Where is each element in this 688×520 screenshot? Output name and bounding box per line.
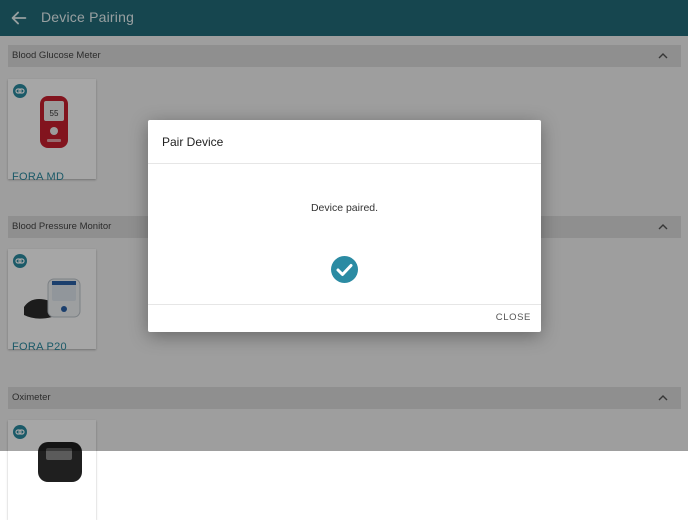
dialog-title: Pair Device: [162, 135, 224, 149]
dialog-divider: [148, 304, 541, 305]
close-button[interactable]: CLOSE: [496, 312, 531, 323]
check-circle-icon: [331, 256, 358, 283]
dialog-divider: [148, 163, 541, 164]
dialog-message: Device paired.: [310, 202, 379, 214]
pair-device-dialog: Pair Device Device paired. CLOSE: [148, 120, 541, 332]
